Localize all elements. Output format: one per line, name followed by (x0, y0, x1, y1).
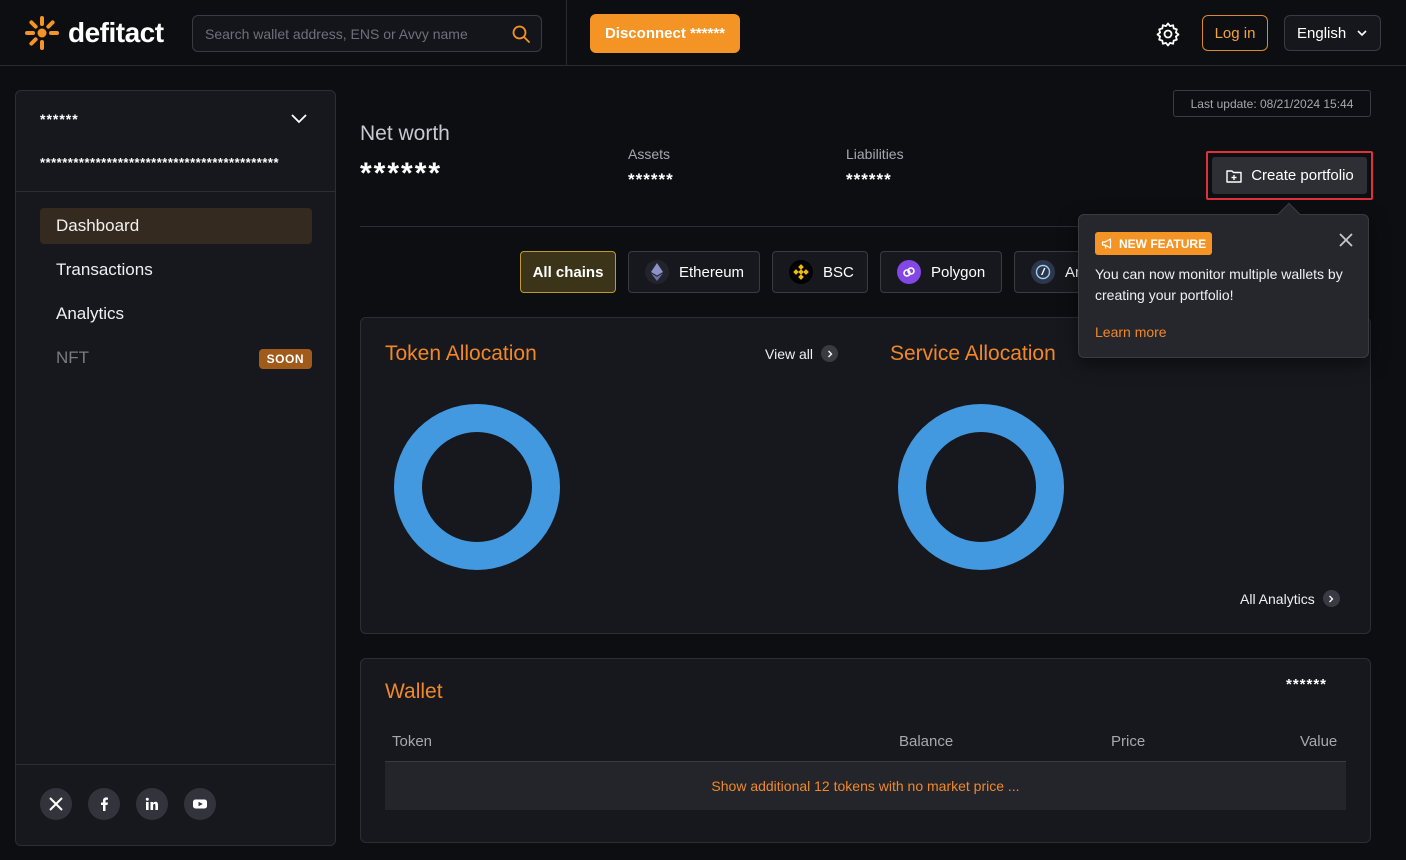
chevron-down-icon (1357, 30, 1367, 37)
search-input[interactable] (193, 16, 503, 51)
column-header-token[interactable]: Token (392, 733, 432, 750)
header-divider (566, 0, 567, 66)
assets-label: Assets (628, 146, 671, 162)
ethereum-icon (645, 260, 669, 284)
search-icon[interactable] (511, 24, 531, 44)
learn-more-link[interactable]: Learn more (1095, 324, 1167, 340)
brand-name: defitact (68, 17, 164, 48)
sidebar-item-label: Analytics (56, 304, 125, 323)
tooltip-message: You can now monitor multiple wallets by … (1095, 266, 1343, 303)
sidebar-item-label: NFT (56, 348, 90, 367)
sidebar-item-label: Dashboard (56, 216, 140, 235)
wallet-total: ****** (1286, 676, 1328, 693)
column-header-balance[interactable]: Balance (899, 733, 953, 750)
create-portfolio-label: Create portfolio (1251, 167, 1354, 184)
gear-icon[interactable] (1155, 21, 1181, 47)
new-feature-badge: NEW FEATURE (1095, 232, 1213, 255)
soon-badge: SOON (258, 349, 312, 369)
show-more-tokens-label: Show additional 12 tokens with no market… (711, 778, 1020, 794)
chain-label: All chains (532, 263, 604, 281)
sidebar-divider (16, 191, 335, 192)
service-allocation-title: Service Allocation (890, 342, 1056, 365)
token-allocation-title: Token Allocation (385, 342, 537, 365)
sidebar-item-analytics[interactable]: Analytics (40, 296, 312, 332)
chain-filter-polygon[interactable]: Polygon (880, 251, 1002, 293)
liabilities-value: ****** (846, 170, 892, 189)
chain-label: Ethereum (679, 263, 745, 281)
view-all-link[interactable]: View all (765, 345, 838, 362)
x-icon[interactable] (40, 788, 72, 820)
last-update-label: Last update: 08/21/2024 15:44 (1173, 90, 1371, 117)
column-header-value[interactable]: Value (1300, 733, 1337, 750)
chain-filter-bsc[interactable]: BSC (772, 251, 868, 293)
service-allocation-donut[interactable] (898, 404, 1064, 570)
chevron-right-icon (821, 345, 838, 362)
megaphone-icon (1101, 238, 1112, 249)
sidebar-item-label: Transactions (56, 260, 153, 279)
create-portfolio-button[interactable]: Create portfolio (1212, 157, 1367, 194)
arbitrum-icon (1031, 260, 1055, 284)
new-feature-tooltip: NEW FEATURE You can now monitor multiple… (1078, 214, 1369, 358)
account-name: ****** (40, 111, 79, 127)
disconnect-button[interactable]: Disconnect ****** (590, 14, 740, 53)
all-analytics-link[interactable]: All Analytics (1240, 590, 1340, 607)
defitact-logo-icon (25, 16, 59, 50)
networth-label: Net worth (360, 122, 450, 145)
chain-label: BSC (823, 263, 854, 281)
wallet-title: Wallet (385, 680, 443, 703)
chain-label: Polygon (931, 263, 986, 281)
sidebar-item-transactions[interactable]: Transactions (40, 252, 312, 288)
chain-filter-arbitrum[interactable]: Arbitrum (1014, 251, 1078, 293)
polygon-icon (897, 260, 921, 284)
login-button[interactable]: Log in (1202, 15, 1268, 51)
youtube-icon[interactable] (184, 788, 216, 820)
token-allocation-donut[interactable] (394, 404, 560, 570)
chain-filter-all[interactable]: All chains (520, 251, 616, 293)
all-analytics-label: All Analytics (1240, 590, 1315, 607)
new-feature-badge-label: NEW FEATURE (1119, 236, 1207, 251)
sidebar-item-nft: NFT SOON (40, 340, 312, 376)
chevron-right-icon (1322, 590, 1340, 607)
close-icon[interactable] (1337, 231, 1355, 249)
language-select[interactable]: English (1284, 15, 1381, 51)
wallet-card (360, 658, 1371, 843)
networth-value: ****** (360, 157, 443, 190)
language-label: English (1297, 24, 1347, 42)
create-portfolio-highlight: Create portfolio (1206, 151, 1373, 200)
brand-logo[interactable]: defitact (24, 14, 164, 52)
chain-filter-ethereum[interactable]: Ethereum (628, 251, 760, 293)
sidebar-divider (16, 764, 335, 765)
sidebar-item-dashboard[interactable]: Dashboard (40, 208, 312, 244)
folder-plus-icon (1226, 169, 1242, 183)
liabilities-label: Liabilities (846, 146, 904, 162)
chain-label: Arbitrum (1065, 263, 1078, 281)
summary-divider (360, 226, 1090, 227)
search-box (192, 15, 542, 52)
view-all-label: View all (765, 345, 813, 362)
sidebar: ****** *********************************… (15, 90, 336, 846)
linkedin-icon[interactable] (136, 788, 168, 820)
bsc-icon (789, 260, 813, 284)
facebook-icon[interactable] (88, 788, 120, 820)
chevron-down-icon[interactable] (290, 113, 308, 125)
show-more-tokens-row[interactable]: Show additional 12 tokens with no market… (385, 761, 1346, 810)
top-header: defitact Disconnect ****** Log in Englis… (0, 0, 1406, 66)
account-address[interactable]: ****************************************… (40, 155, 290, 170)
column-header-price[interactable]: Price (1111, 733, 1145, 750)
assets-value: ****** (628, 170, 674, 189)
